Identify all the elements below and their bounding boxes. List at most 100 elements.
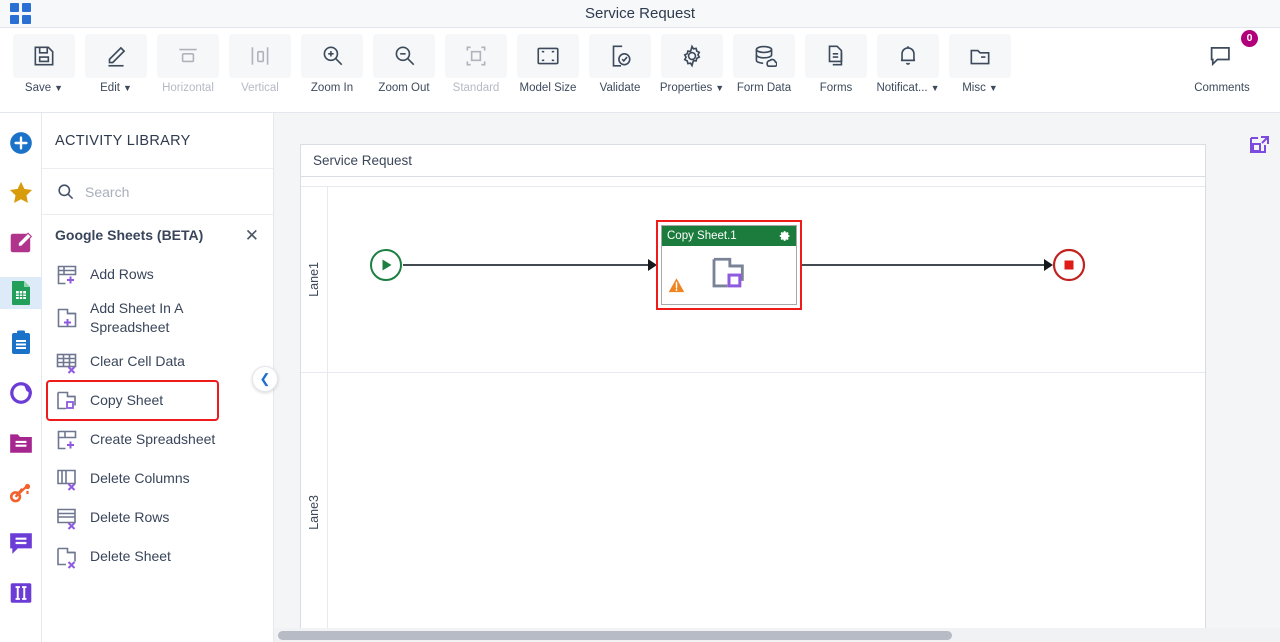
end-event[interactable] — [1052, 248, 1086, 282]
create-spreadsheet-icon — [57, 430, 77, 449]
rail-item-columns[interactable] — [0, 577, 42, 609]
expand-fullscreen-icon[interactable] — [1248, 133, 1272, 162]
standard-size-icon — [445, 34, 507, 78]
form-data-button[interactable]: Form Data — [728, 28, 800, 108]
grid-apps-icon[interactable] — [10, 3, 32, 25]
save-button[interactable]: Save ▼ — [8, 28, 80, 108]
task-node-copy-sheet[interactable]: Copy Sheet.1 — [656, 220, 802, 310]
folder-icon — [949, 34, 1011, 78]
model-size-button[interactable]: Model Size — [512, 28, 584, 108]
vertical-button[interactable]: Vertical — [224, 28, 296, 108]
lane-header-3[interactable]: Lane3 — [301, 373, 328, 642]
favorites-star-icon — [9, 181, 32, 203]
delete-rows-icon — [57, 508, 76, 530]
process-pool: Service Request Lane1 Copy Sheet.1 Lane3 — [300, 144, 1206, 642]
lane-body-3[interactable] — [328, 373, 1205, 642]
standard-size-label: Standard — [452, 82, 500, 94]
collapse-panel-button[interactable]: ❮ — [252, 366, 278, 392]
task-header: Copy Sheet.1 — [662, 226, 796, 246]
model-size-icon — [517, 34, 579, 78]
zoom-in-button[interactable]: Zoom In — [296, 28, 368, 108]
list-item-delete-sheet[interactable]: Delete Sheet — [42, 537, 273, 576]
save-label: Save — [24, 82, 52, 94]
comments-button[interactable]: 0 Comments — [1176, 28, 1268, 108]
list-item-label: Delete Sheet — [90, 548, 171, 564]
chevron-down-icon: ▼ — [122, 82, 132, 93]
rail-item-hubspot[interactable] — [0, 477, 42, 509]
sequence-flow-1[interactable] — [403, 264, 650, 266]
add-icon — [9, 132, 32, 154]
search-input[interactable] — [85, 183, 235, 200]
validate-button[interactable]: Validate — [584, 28, 656, 108]
rail-item-draw[interactable] — [0, 227, 42, 259]
list-item-copy-sheet[interactable]: Copy Sheet — [46, 380, 219, 421]
rail-item-clipboard[interactable] — [0, 327, 42, 359]
list-item-create-spreadsheet[interactable]: Create Spreadsheet — [42, 420, 273, 459]
chevron-down-icon: ▼ — [930, 82, 940, 93]
library-search-row[interactable] — [42, 169, 273, 215]
warning-triangle-icon[interactable] — [668, 277, 685, 298]
search-icon — [58, 184, 74, 200]
database-icon — [733, 34, 795, 78]
zoom-out-button[interactable]: Zoom Out — [368, 28, 440, 108]
rail-item-favorites[interactable] — [0, 177, 42, 209]
chat-lines-icon — [9, 533, 32, 554]
google-sheets-icon — [11, 281, 30, 305]
clear-cell-icon — [56, 353, 77, 374]
rail-item-google-sheets[interactable] — [0, 277, 42, 309]
library-group-header: Google Sheets (BETA) ✕ — [42, 215, 273, 255]
list-item-label: Copy Sheet — [90, 392, 164, 408]
properties-label: Properties — [659, 82, 713, 94]
zoom-in-label: Zoom In — [310, 82, 354, 94]
gear-icon[interactable] — [779, 230, 791, 242]
edit-button[interactable]: Edit ▼ — [80, 28, 152, 108]
list-item-add-sheet[interactable]: Add Sheet In A Spreadsheet — [42, 294, 273, 342]
columns-icon — [10, 583, 31, 603]
zoom-in-icon — [301, 34, 363, 78]
list-item-label: Create Spreadsheet — [90, 431, 216, 447]
list-item-delete-columns[interactable]: Delete Columns — [42, 459, 273, 498]
standard-size-button[interactable]: Standard — [440, 28, 512, 108]
lane-header-1[interactable]: Lane1 — [301, 187, 328, 372]
vertical-icon — [229, 34, 291, 78]
properties-button[interactable]: Properties ▼ — [656, 28, 728, 108]
rail-item-circle-swirl[interactable] — [0, 377, 42, 409]
activity-library-heading: ACTIVITY LIBRARY — [42, 113, 273, 169]
close-icon[interactable]: ✕ — [245, 227, 259, 244]
delete-sheet-icon — [57, 547, 76, 569]
list-item-delete-rows[interactable]: Delete Rows — [42, 498, 273, 537]
folder-lines-icon — [9, 434, 32, 453]
comments-label: Comments — [1194, 82, 1250, 94]
diagram-canvas[interactable]: Service Request Lane1 Copy Sheet.1 Lane3 — [274, 113, 1280, 642]
list-item-add-rows[interactable]: Add Rows — [42, 255, 273, 294]
scrollbar-thumb[interactable] — [278, 631, 952, 640]
rail-item-folder-lines[interactable] — [0, 427, 42, 459]
start-event[interactable] — [369, 248, 403, 282]
swimlane-3: Lane3 — [301, 373, 1205, 642]
notifications-label: Notificat... — [876, 82, 928, 94]
chevron-down-icon: ▼ — [54, 82, 64, 93]
notifications-button[interactable]: Notificat... ▼ — [872, 28, 944, 108]
forms-icon — [805, 34, 867, 78]
app-rail — [0, 113, 42, 642]
copy-sheet-icon — [707, 253, 751, 298]
list-item-label: Clear Cell Data — [90, 353, 185, 369]
horizontal-label: Horizontal — [162, 82, 214, 94]
comments-count-badge: 0 — [1241, 30, 1258, 47]
list-item-clear-cell-data[interactable]: Clear Cell Data — [42, 342, 273, 381]
rail-item-chat[interactable] — [0, 527, 42, 559]
misc-button[interactable]: Misc ▼ — [944, 28, 1016, 108]
title-bar: Service Request — [0, 0, 1280, 28]
misc-label: Misc — [962, 82, 986, 94]
add-sheet-icon — [57, 308, 77, 328]
task-body — [662, 246, 796, 304]
horizontal-button[interactable]: Horizontal — [152, 28, 224, 108]
forms-button[interactable]: Forms — [800, 28, 872, 108]
canvas-horizontal-scrollbar[interactable] — [274, 628, 1280, 642]
stop-icon — [1064, 260, 1074, 270]
rail-item-add[interactable] — [0, 127, 42, 159]
list-item-label: Add Sheet In A Spreadsheet — [90, 300, 183, 335]
sequence-flow-2[interactable] — [802, 264, 1047, 266]
lane-body-1[interactable]: Copy Sheet.1 — [328, 187, 1205, 372]
hubspot-icon — [9, 483, 30, 503]
